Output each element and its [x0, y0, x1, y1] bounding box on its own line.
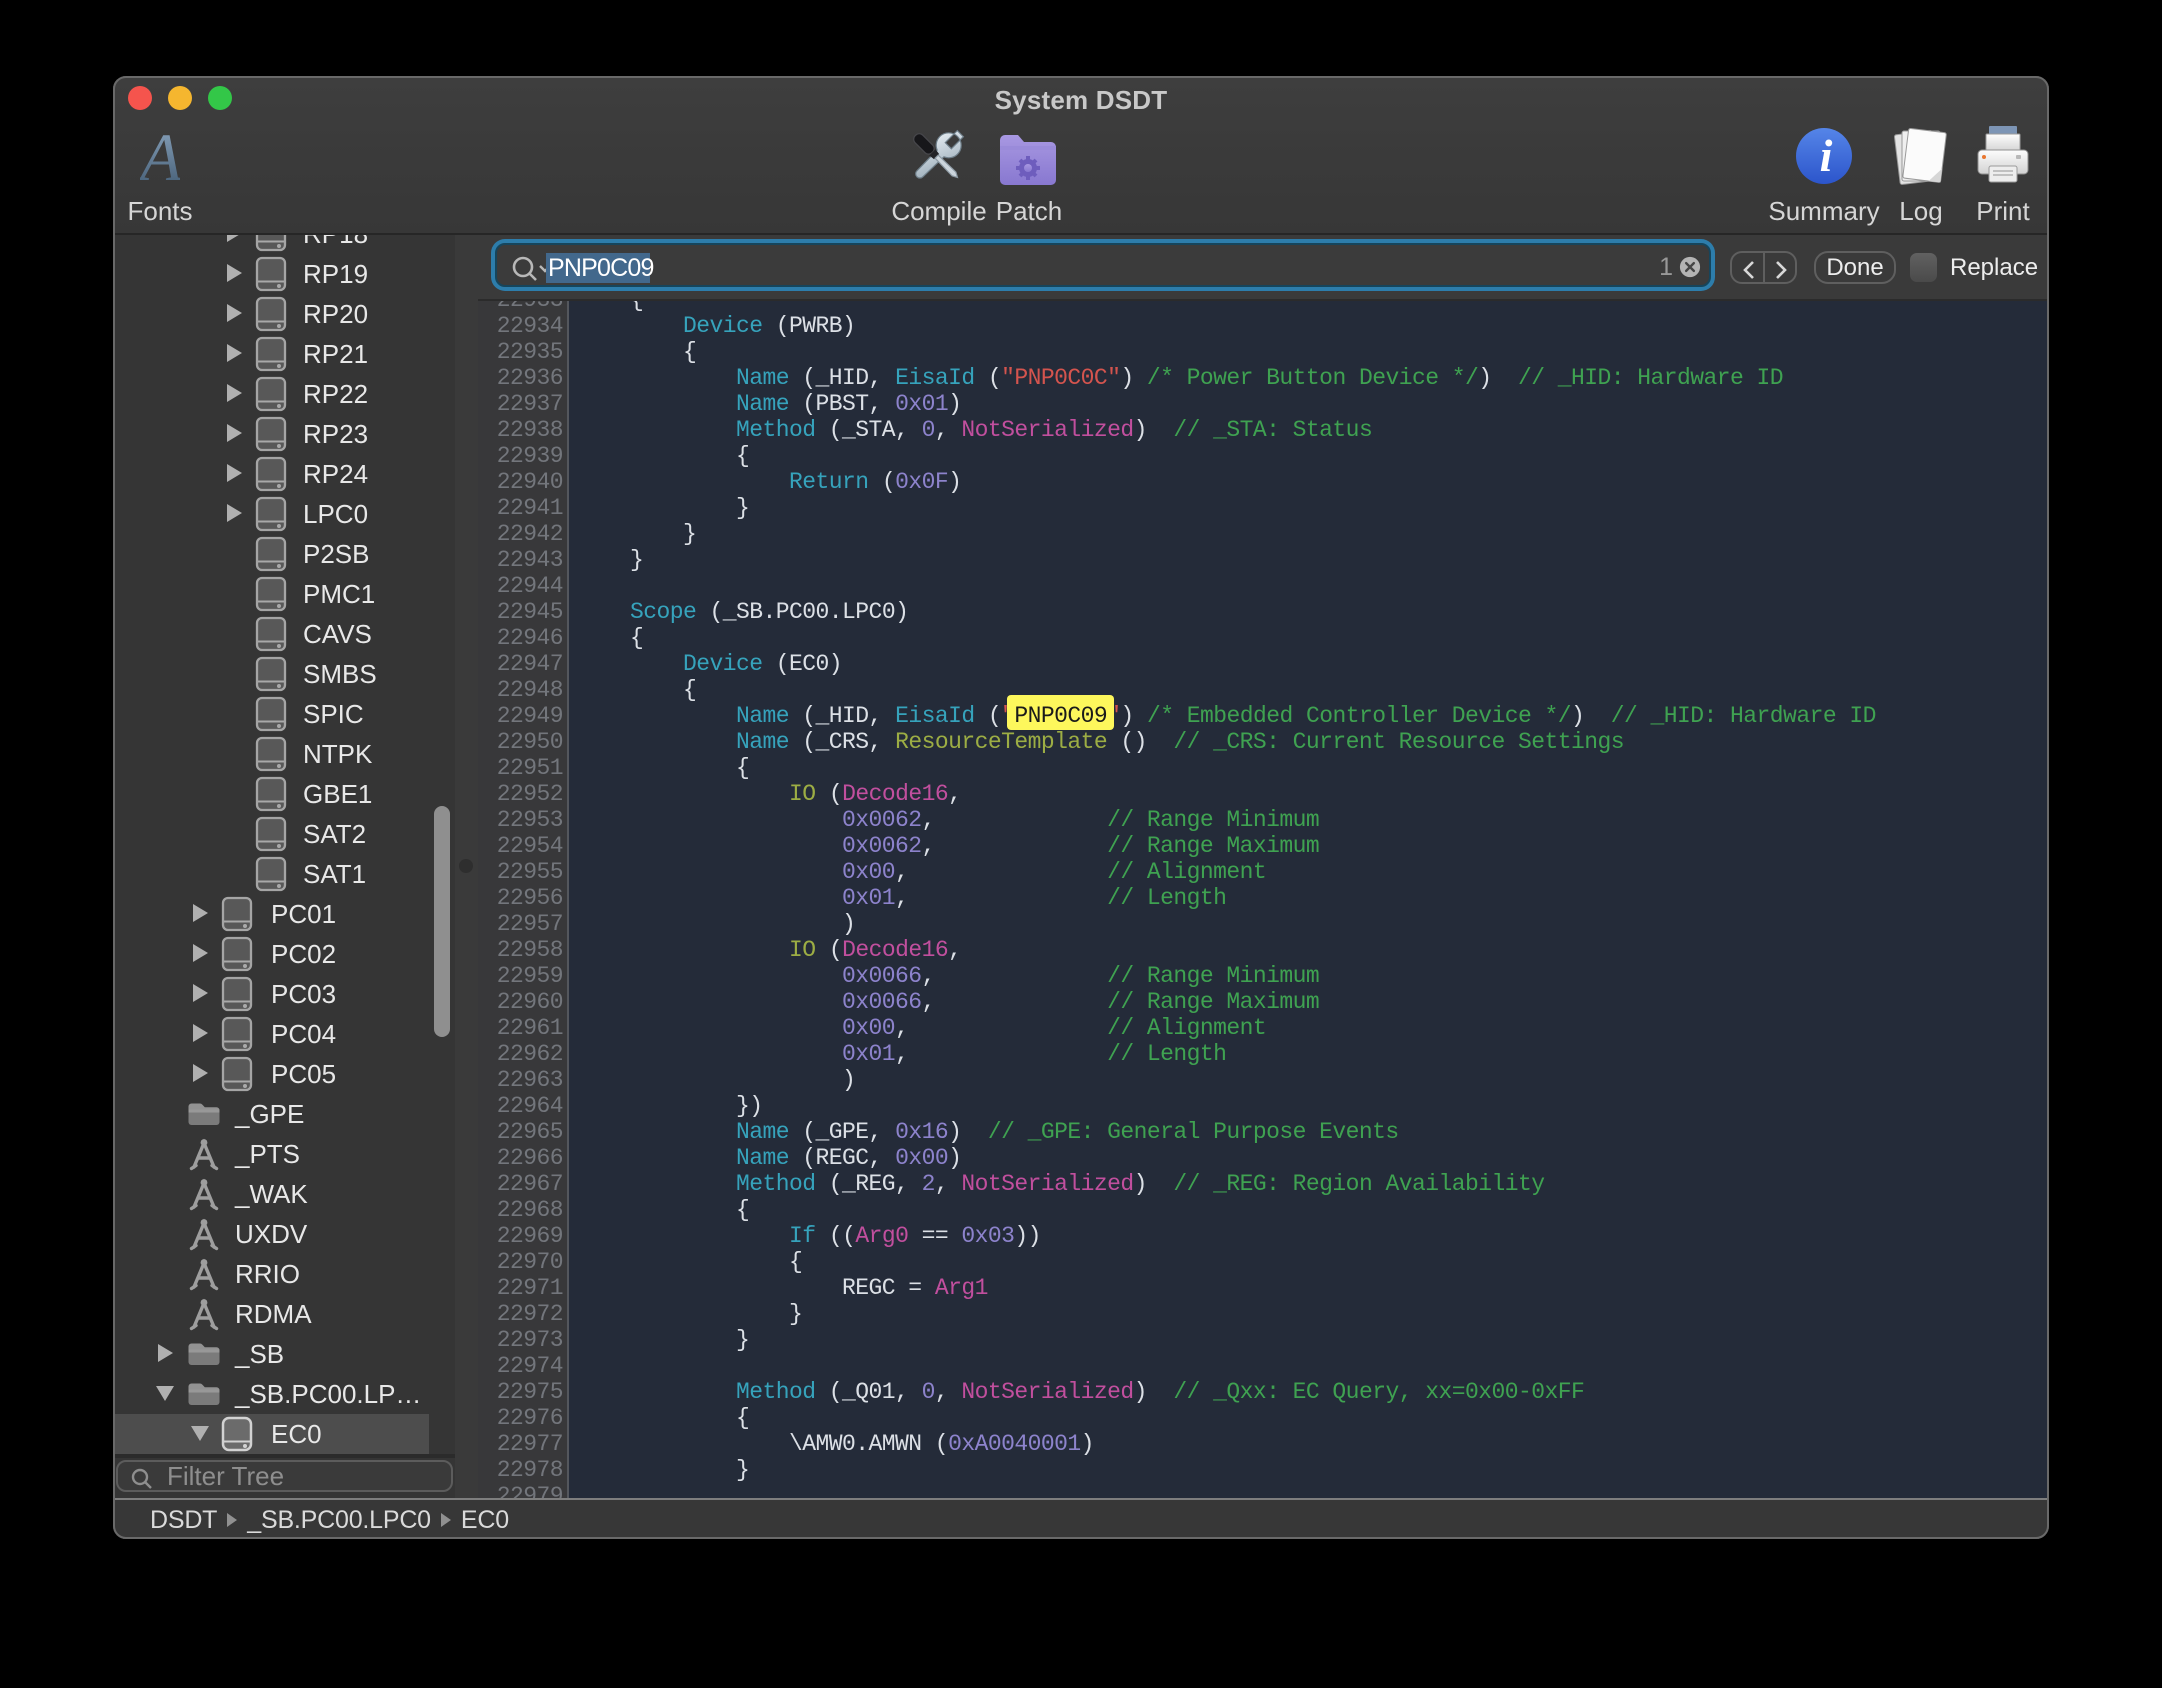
svg-text:i: i: [1820, 130, 1833, 181]
svg-text:A: A: [140, 127, 180, 191]
